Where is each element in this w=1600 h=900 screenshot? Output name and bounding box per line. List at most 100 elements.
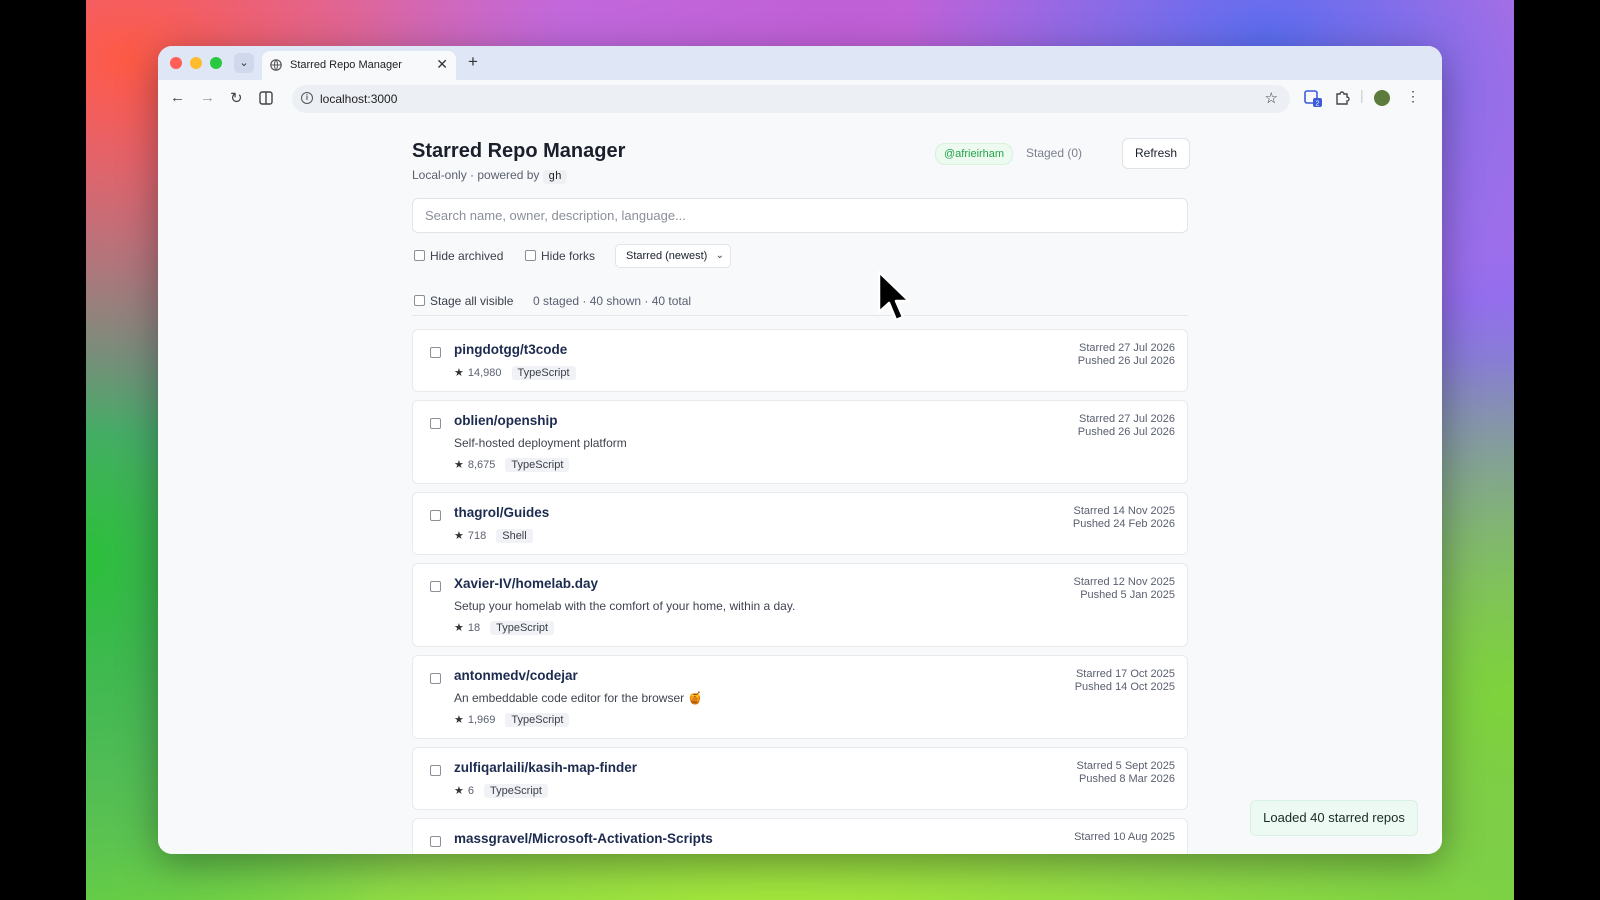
starred-date: Starred 27 Jul 2026 xyxy=(1078,342,1175,354)
repo-stars: 8,675 xyxy=(467,459,496,471)
repo-stage-checkbox[interactable] xyxy=(430,673,441,684)
svg-text:2: 2 xyxy=(1316,101,1320,108)
repo-meta: ★ 1,969 TypeScript xyxy=(454,713,570,727)
star-icon: ★ xyxy=(454,459,464,471)
stage-all-toggle[interactable]: Stage all visible xyxy=(414,294,513,308)
repo-name-link[interactable]: antonmedv/codejar xyxy=(454,668,578,683)
repo-stars: 14,980 xyxy=(467,367,502,379)
language-chip: TypeScript xyxy=(505,713,570,727)
repo-card: massgravel/Microsoft-Activation-Scripts … xyxy=(412,818,1188,854)
chevron-down-icon: ⌄ xyxy=(715,250,724,261)
repo-stars: 6 xyxy=(467,785,474,797)
pushed-date: Pushed 24 Feb 2026 xyxy=(1072,518,1175,530)
pushed-date: Pushed 5 Jan 2025 xyxy=(1080,589,1175,601)
split-view-icon[interactable] xyxy=(259,91,273,105)
language-chip: TypeScript xyxy=(505,458,570,472)
puzzle-extensions-icon[interactable] xyxy=(1334,90,1350,106)
profile-avatar[interactable] xyxy=(1374,90,1390,106)
repo-stars: 718 xyxy=(467,530,487,542)
repo-dates: Starred 27 Jul 2026 Pushed 26 Jul 2026 xyxy=(1078,342,1175,368)
repo-stage-checkbox[interactable] xyxy=(430,836,441,847)
hide-forks-checkbox[interactable] xyxy=(525,250,536,262)
star-icon: ★ xyxy=(454,530,464,542)
hide-archived-label: Hide archived xyxy=(430,249,504,263)
repo-name-link[interactable]: Xavier-IV/homelab.day xyxy=(454,576,598,591)
starred-date: Starred 27 Jul 2026 xyxy=(1078,413,1175,425)
repo-name-link[interactable]: zulfiqarlaili/kasih-map-finder xyxy=(454,760,637,775)
repo-meta: ★ 718 Shell xyxy=(454,529,533,543)
repo-list: pingdotgg/t3code ★ 14,980 TypeScript Starr… xyxy=(412,329,1188,854)
search-input[interactable] xyxy=(412,198,1188,233)
hide-archived-toggle[interactable]: Hide archived xyxy=(414,249,503,263)
repo-stage-checkbox[interactable] xyxy=(430,418,441,429)
toolbar-divider: | xyxy=(1360,87,1364,103)
forward-arrow-icon[interactable]: → xyxy=(200,89,215,106)
repo-description: Self-hosted deployment platform xyxy=(454,436,627,450)
starred-date: Starred 14 Nov 2025 xyxy=(1073,505,1175,517)
star-icon: ★ xyxy=(454,785,464,797)
browser-window: ⌄ Starred Repo Manager ✕ + ← → ↻ i local… xyxy=(158,46,1442,854)
stage-all-checkbox[interactable] xyxy=(414,295,425,307)
new-tab-button[interactable]: + xyxy=(468,52,478,72)
pushed-date: Pushed 26 Jul 2026 xyxy=(1077,426,1175,438)
repo-card: zulfiqarlaili/kasih-map-finder ★ 6 TypeScr… xyxy=(412,747,1188,810)
tab-close-icon[interactable]: ✕ xyxy=(436,56,448,73)
stage-summary: 0 staged · 40 shown · 40 total xyxy=(533,294,692,308)
repo-dates: Starred 12 Nov 2025 Pushed 5 Jan 2025 xyxy=(1073,576,1175,602)
staged-button[interactable]: Staged (0) xyxy=(1026,146,1082,160)
back-arrow-icon[interactable]: ← xyxy=(170,89,185,106)
repo-dates: Starred 10 Aug 2025 xyxy=(1074,831,1175,844)
user-badge: @afrieirham xyxy=(935,143,1014,165)
browser-toolbar: ← → ↻ i localhost:3000 ☆ 2 | ⋮ xyxy=(158,80,1442,119)
pushed-date: Pushed 14 Oct 2025 xyxy=(1074,681,1175,693)
extension-badge-icon[interactable]: 2 xyxy=(1304,89,1322,107)
repo-dates: Starred 17 Oct 2025 Pushed 14 Oct 2025 xyxy=(1075,668,1175,694)
repo-name-link[interactable]: oblien/openship xyxy=(454,413,558,428)
repo-card: antonmedv/codejar An embeddable code edi… xyxy=(412,655,1188,739)
repo-stage-checkbox[interactable] xyxy=(430,510,441,521)
repo-name-link[interactable]: pingdotgg/t3code xyxy=(454,342,567,357)
repo-stage-checkbox[interactable] xyxy=(430,347,441,358)
site-info-icon[interactable]: i xyxy=(301,92,313,104)
repo-dates: Starred 27 Jul 2026 Pushed 26 Jul 2026 xyxy=(1078,413,1175,439)
repo-description: An embeddable code editor for the browse… xyxy=(454,691,703,705)
repo-description: Setup your homelab with the comfort of y… xyxy=(454,599,796,613)
gh-code-chip: gh xyxy=(543,170,567,184)
bookmark-star-icon[interactable]: ☆ xyxy=(1265,89,1278,107)
globe-icon xyxy=(270,59,282,71)
refresh-button[interactable]: Refresh xyxy=(1122,138,1190,169)
maximize-window-button[interactable] xyxy=(210,57,222,69)
page-content: Starred Repo Manager Local-only · powere… xyxy=(158,118,1442,854)
tab-search-chevron-icon[interactable]: ⌄ xyxy=(234,53,254,73)
address-url[interactable]: localhost:3000 xyxy=(320,92,397,106)
language-chip: TypeScript xyxy=(490,621,555,635)
repo-meta: ★ 6 TypeScript xyxy=(454,784,548,798)
toast-notification: Loaded 40 starred repos xyxy=(1250,800,1418,836)
sort-selected-value: Starred (newest) xyxy=(626,250,708,262)
tab-bar: ⌄ Starred Repo Manager ✕ + xyxy=(158,46,1442,80)
filter-bar: Hide archived Hide forks Starred (newest… xyxy=(412,244,1188,268)
repo-card: oblien/openship Self-hosted deployment p… xyxy=(412,400,1188,484)
repo-name-link[interactable]: thagrol/Guides xyxy=(454,505,549,520)
repo-dates: Starred 14 Nov 2025 Pushed 24 Feb 2026 xyxy=(1073,505,1175,531)
minimize-window-button[interactable] xyxy=(190,57,202,69)
hide-forks-toggle[interactable]: Hide forks xyxy=(525,249,595,263)
hide-archived-checkbox[interactable] xyxy=(414,250,425,262)
repo-name-link[interactable]: massgravel/Microsoft-Activation-Scripts xyxy=(454,831,713,846)
repo-stage-checkbox[interactable] xyxy=(430,765,441,776)
repo-stage-checkbox[interactable] xyxy=(430,581,441,592)
language-chip: TypeScript xyxy=(484,784,548,798)
stage-all-label: Stage all visible xyxy=(430,294,514,308)
repo-meta: ★ 8,675 TypeScript xyxy=(454,458,570,472)
page-title: Starred Repo Manager xyxy=(412,140,626,162)
repo-dates: Starred 5 Sept 2025 Pushed 8 Mar 2026 xyxy=(1077,760,1175,786)
close-window-button[interactable] xyxy=(170,57,182,69)
more-menu-icon[interactable]: ⋮ xyxy=(1406,88,1420,105)
address-bar[interactable]: i localhost:3000 ☆ xyxy=(292,85,1290,113)
browser-tab[interactable]: Starred Repo Manager ✕ xyxy=(262,51,456,80)
sort-select[interactable]: Starred (newest) ⌄ xyxy=(615,244,731,268)
reload-icon[interactable]: ↻ xyxy=(230,89,243,107)
repo-stars: 18 xyxy=(467,622,481,634)
repo-meta: ★ 18 TypeScript xyxy=(454,621,555,635)
stage-bar: Stage all visible 0 staged · 40 shown · … xyxy=(412,291,1188,316)
